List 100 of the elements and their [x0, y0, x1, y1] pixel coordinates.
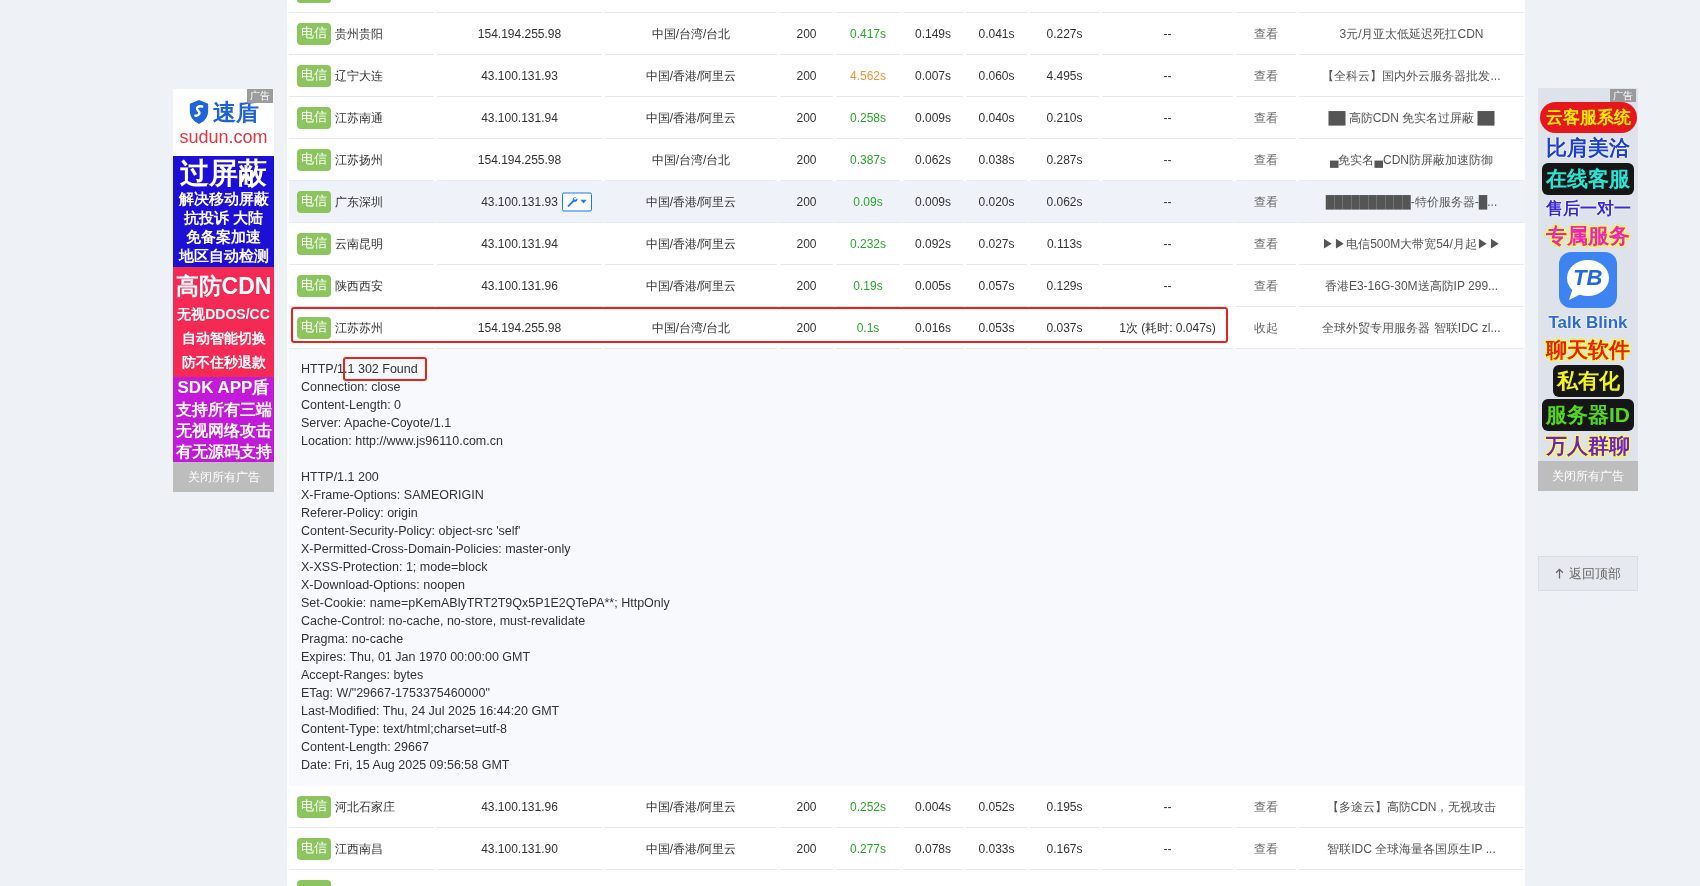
ad-link[interactable]: ▄免实名▄CDN防屏蔽加速防御	[1330, 150, 1493, 169]
retry-info: --	[1163, 277, 1172, 295]
view-link[interactable]: 查看	[1254, 24, 1278, 43]
header-line: Content-Type: text/html;charset=utf-8	[301, 721, 507, 738]
tools-dropdown-button[interactable]	[561, 192, 592, 211]
ad-label: 广告	[1610, 89, 1636, 102]
status-line: HTTP/1.1 200	[301, 469, 379, 486]
ad-text: 专属服务	[1546, 223, 1630, 249]
time-value: 0.016s	[915, 319, 951, 337]
isp-badge: 电信	[297, 64, 331, 87]
ad-link[interactable]: 智联IDC 全球海量各国原生IP ...	[1327, 839, 1496, 858]
time-value: 0.057s	[978, 277, 1015, 295]
ad-link[interactable]: 香港E3-16G-30M送高防IP 299...	[1324, 276, 1499, 295]
total-time: 4.562s	[850, 67, 886, 85]
time-value: 0.060s	[978, 67, 1015, 85]
ip-location: 中国/香港/阿里云	[645, 277, 737, 295]
ip-location: 中国/台湾/台北	[651, 25, 731, 43]
header-line: ETag: W/"29667-1753375460000"	[301, 685, 490, 702]
time-value: 0.005s	[915, 277, 951, 295]
retry-info: --	[1163, 151, 1172, 169]
header-line: X-Permitted-Cross-Domain-Policies: master-only	[301, 541, 571, 558]
tag-badge	[297, 0, 331, 3]
view-link[interactable]: 查看	[1254, 234, 1278, 253]
isp-badge: 电信	[297, 274, 331, 297]
city-name: 贵州贵阳	[335, 25, 383, 43]
shield-icon	[188, 98, 210, 125]
ad-text: 在线客服	[1546, 166, 1630, 192]
status-code: 200	[796, 151, 817, 169]
header-line: Content-Length: 0	[301, 397, 402, 414]
header-line: Cache-Control: no-cache, no-store, must-revalidate	[301, 613, 586, 630]
view-link[interactable]: 查看	[1254, 276, 1278, 295]
status-code: 200	[796, 319, 817, 337]
time-value: 0.038s	[978, 151, 1015, 169]
isp-badge: 电信	[297, 22, 331, 45]
ad-text: 售后一对一	[1545, 198, 1631, 220]
header-line: Date: Fri, 15 Aug 2025 09:56:58 GMT	[301, 757, 510, 774]
status-code: 200	[796, 109, 817, 127]
ad-label: 广告	[247, 89, 273, 103]
caret-icon	[580, 199, 588, 204]
ad-headline: 高防CDN	[175, 272, 272, 301]
time-value: 0.062s	[1046, 193, 1083, 211]
city-name: 河北石家庄	[335, 798, 395, 816]
time-value: 0.195s	[1046, 798, 1083, 816]
ip-address: 43.100.131.90	[481, 841, 558, 856]
ad-text: 服务器ID	[1546, 402, 1630, 428]
ip-location: 中国/香港/阿里云	[645, 109, 737, 127]
view-link[interactable]: 查看	[1254, 192, 1278, 211]
view-link[interactable]: 查看	[1254, 150, 1278, 169]
city-name: 辽宁大连	[335, 67, 383, 85]
city-name: 江苏扬州	[335, 151, 383, 169]
time-value: 0.092s	[915, 235, 951, 253]
ip-location: 中国/香港/阿里云	[645, 193, 737, 211]
isp-badge: 电信	[297, 316, 331, 339]
status-code: 200	[796, 798, 817, 816]
ad-text: Talk Blink	[1548, 312, 1628, 334]
header-line: Accept-Ranges: bytes	[301, 667, 424, 684]
ad-link[interactable]: 全球外贸专用服务器 智联IDC zl...	[1322, 318, 1501, 337]
header-line: X-Download-Options: noopen	[301, 577, 465, 594]
ad-link[interactable]: ▶▶电信500M大带宽54/月起▶▶	[1322, 234, 1501, 253]
ip-address: 154.194.255.98	[477, 320, 562, 335]
view-link[interactable]: 查看	[1254, 66, 1278, 85]
ip-location: 中国/台湾/台北	[651, 319, 731, 337]
isp-badge: 电信	[297, 148, 331, 171]
isp-badge: 电信	[297, 106, 331, 129]
time-value: 0.009s	[915, 109, 951, 127]
retry-info: 1次 (耗时: 0.047s)	[1119, 319, 1216, 337]
ad-link[interactable]: 【全科云】国内外云服务器批发...	[1322, 66, 1501, 85]
time-value: 0.113s	[1046, 235, 1083, 253]
status-code: 200	[796, 840, 817, 858]
ip-address: 43.100.131.93	[481, 68, 558, 83]
view-link[interactable]: 查看	[1254, 108, 1278, 127]
time-value: 0.033s	[978, 840, 1015, 858]
city-name: 江苏南通	[335, 109, 383, 127]
status-code: 200	[796, 235, 817, 253]
ip-location: 中国/香港/阿里云	[645, 235, 737, 253]
city-name: 云南昆明	[335, 235, 383, 253]
ad-text: 自动智能切换	[181, 329, 266, 348]
city-name: 江苏苏州	[335, 319, 383, 337]
time-value: 0.053s	[978, 319, 1015, 337]
total-time: 0.387s	[850, 151, 886, 169]
retry-info: --	[1163, 109, 1172, 127]
total-time: 0.277s	[850, 840, 886, 858]
ad-text: 万人群聊	[1546, 433, 1630, 459]
ad-link[interactable]: 【多途云】高防CDN，无视攻击	[1326, 797, 1497, 816]
ad-link[interactable]: 3元/月亚太低延迟死扛CDN	[1339, 24, 1484, 43]
back-to-top-button[interactable]: 返回顶部	[1538, 556, 1638, 591]
view-link[interactable]: 查看	[1254, 839, 1278, 858]
time-value: 0.041s	[978, 25, 1015, 43]
ad-text: 解决移动屏蔽	[178, 190, 269, 209]
ad-text: 地区自动检测	[178, 247, 269, 266]
ip-location: 中国/台湾/台北	[651, 151, 731, 169]
total-time: 0.232s	[850, 235, 886, 253]
ad-text: 防不住秒退款	[181, 353, 266, 372]
ad-headline: SDK APP盾	[177, 377, 270, 399]
ad-link[interactable]: ██████████-特价服务器-█...	[1325, 192, 1498, 211]
view-link[interactable]: 查看	[1254, 797, 1278, 816]
collapse-link[interactable]: 收起	[1254, 318, 1278, 337]
time-value: 0.078s	[915, 840, 951, 858]
ad-link[interactable]: ██ 高防CDN 免实名过屏蔽 ██	[1328, 108, 1495, 127]
header-line: Last-Modified: Thu, 24 Jul 2025 16:44:20 GMT	[301, 703, 560, 720]
